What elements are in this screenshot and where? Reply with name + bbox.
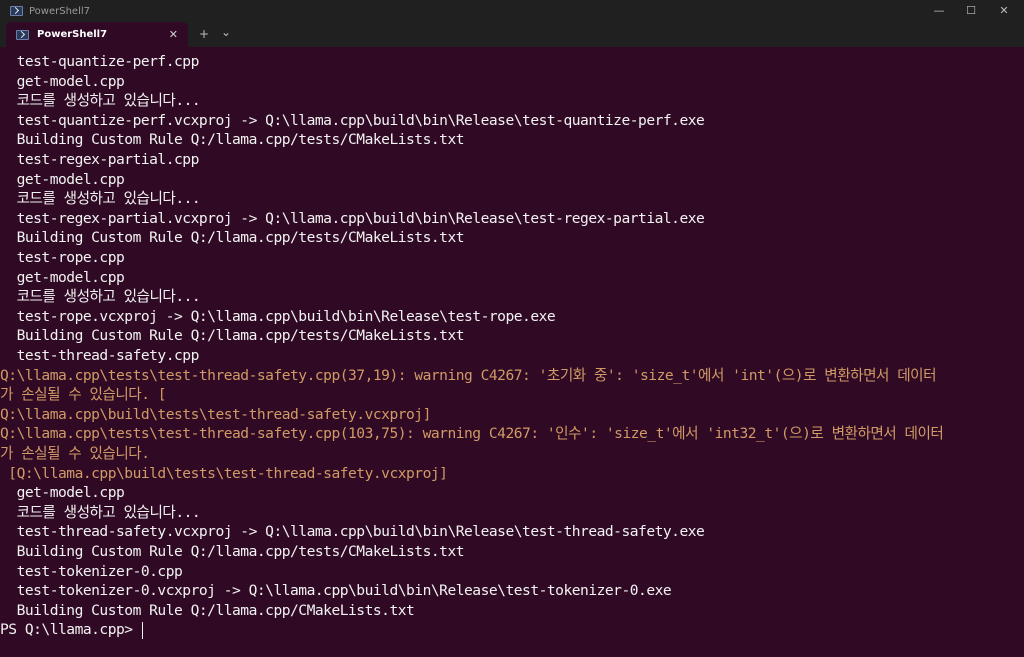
terminal-line: test-rope.cpp bbox=[0, 249, 125, 266]
window-title-text: PowerShell7 bbox=[29, 5, 90, 17]
terminal-output[interactable]: test-quantize-perf.cpp get-model.cpp 코드를… bbox=[0, 47, 1024, 657]
powershell-icon bbox=[10, 6, 23, 16]
terminal-warning-line: 가 손실될 수 있습니다. bbox=[0, 445, 150, 462]
terminal-line: get-model.cpp bbox=[0, 484, 125, 502]
maximize-button[interactable]: ☐ bbox=[956, 2, 986, 20]
terminal-line: test-quantize-perf.cpp bbox=[0, 53, 200, 70]
terminal-warning-line: [Q:\llama.cpp\build\tests\test-thread-sa… bbox=[0, 464, 448, 482]
terminal-line: test-rope.vcxproj -> Q:\llama.cpp\build\… bbox=[0, 307, 556, 325]
tab-label: PowerShell7 bbox=[37, 29, 108, 40]
terminal-line: Building Custom Rule Q:/llama.cpp/tests/… bbox=[0, 543, 465, 560]
terminal-warning-line: Q:\llama.cpp\tests\test-thread-safety.cp… bbox=[0, 425, 944, 443]
terminal-warning-line: Q:\llama.cpp\tests\test-thread-safety.cp… bbox=[0, 366, 937, 384]
new-tab-button[interactable]: + bbox=[199, 26, 209, 42]
terminal-line: 코드를 생성하고 있습니다... bbox=[0, 92, 201, 110]
terminal-line: test-quantize-perf.vcxproj -> Q:\llama.c… bbox=[0, 111, 705, 129]
terminal-line: Building Custom Rule Q:/llama.cpp/CMakeL… bbox=[0, 601, 415, 619]
terminal-line: test-thread-safety.vcxproj -> Q:\llama.c… bbox=[0, 523, 705, 541]
title-bar[interactable]: PowerShell7 — ☐ ✕ PowerShell7 ✕ + ⌄ bbox=[0, 0, 1024, 47]
prompt-text: PS Q:\llama.cpp> bbox=[0, 621, 141, 639]
terminal-line: 코드를 생성하고 있습니다... bbox=[0, 288, 201, 306]
terminal-line: Building Custom Rule Q:/llama.cpp/tests/… bbox=[0, 131, 465, 149]
terminal-line: Building Custom Rule Q:/llama.cpp/tests/… bbox=[0, 229, 465, 247]
terminal-line: test-regex-partial.cpp bbox=[0, 151, 200, 168]
tab-close-icon[interactable]: ✕ bbox=[169, 28, 178, 41]
terminal-line: get-model.cpp bbox=[0, 72, 125, 90]
window-title: PowerShell7 bbox=[10, 3, 90, 19]
terminal-line: 코드를 생성하고 있습니다... bbox=[0, 190, 201, 208]
minimize-button[interactable]: — bbox=[924, 2, 954, 20]
terminal-warning-line: 가 손실될 수 있습니다. [ bbox=[0, 386, 167, 404]
close-window-button[interactable]: ✕ bbox=[989, 2, 1019, 20]
terminal-line: test-tokenizer-0.vcxproj -> Q:\llama.cpp… bbox=[0, 582, 672, 600]
scrollbar[interactable] bbox=[1019, 52, 1022, 650]
terminal-line: test-regex-partial.vcxproj -> Q:\llama.c… bbox=[0, 209, 705, 227]
tab-powershell7[interactable]: PowerShell7 ✕ bbox=[6, 22, 188, 47]
terminal-line: test-tokenizer-0.cpp bbox=[0, 562, 183, 580]
terminal-warning-line: Q:\llama.cpp\build\tests\test-thread-saf… bbox=[0, 405, 431, 423]
terminal-line: get-model.cpp bbox=[0, 170, 125, 188]
terminal-line: get-model.cpp bbox=[0, 268, 125, 286]
text-cursor bbox=[141, 621, 143, 639]
terminal-window: PowerShell7 — ☐ ✕ PowerShell7 ✕ + ⌄ test… bbox=[0, 0, 1024, 657]
terminal-line: Building Custom Rule Q:/llama.cpp/tests/… bbox=[0, 327, 465, 345]
powershell-icon bbox=[16, 29, 29, 40]
command-prompt[interactable]: PS Q:\llama.cpp> bbox=[0, 620, 143, 640]
terminal-line: 코드를 생성하고 있습니다... bbox=[0, 503, 201, 521]
tab-dropdown-icon[interactable]: ⌄ bbox=[221, 24, 231, 40]
terminal-line: test-thread-safety.cpp bbox=[0, 347, 200, 364]
